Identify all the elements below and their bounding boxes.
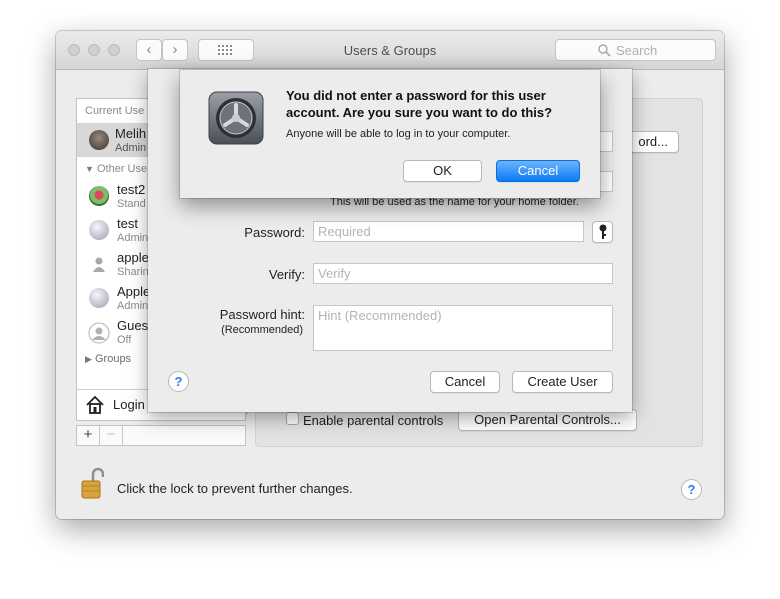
lock-message: Click the lock to prevent further change… — [117, 481, 353, 496]
hint-placeholder: Hint (Recommended) — [318, 308, 442, 323]
password-label: Password: — [244, 225, 305, 240]
user-name: Gues — [117, 318, 149, 333]
search-field[interactable]: Search — [555, 39, 716, 61]
search-icon — [598, 44, 611, 57]
user-role: Admin — [117, 300, 149, 312]
user-name: Apple — [117, 284, 151, 299]
help-button[interactable]: ? — [681, 479, 702, 500]
key-icon — [599, 224, 606, 239]
user-role: Off — [117, 334, 132, 346]
disclosure-triangle-icon[interactable]: ▼ — [85, 164, 94, 174]
create-user-button[interactable]: Create User — [512, 371, 613, 393]
verify-label: Verify: — [268, 267, 305, 282]
sheet-cancel-button[interactable]: Cancel — [430, 371, 500, 393]
title-bar: ‹ › Users & Groups Search — [56, 31, 724, 70]
user-role: Admin — [115, 142, 147, 154]
sheet-help-button[interactable]: ? — [168, 371, 189, 392]
search-placeholder: Search — [616, 43, 658, 58]
user-name: test2 — [117, 182, 146, 197]
guest-user-icon — [88, 322, 110, 344]
password-placeholder: Required — [318, 224, 371, 239]
lock-open-icon[interactable] — [80, 467, 104, 501]
add-remove-bar: + − — [76, 425, 246, 446]
avatar — [89, 220, 109, 240]
user-role: Stand — [117, 198, 146, 210]
system-preferences-gear-icon — [208, 91, 264, 145]
user-name: apple — [117, 250, 149, 265]
avatar — [89, 130, 109, 150]
groups-label: Groups — [94, 353, 132, 365]
sharing-user-icon — [93, 257, 105, 272]
remove-user-button[interactable]: − — [100, 426, 123, 445]
user-name: test — [117, 216, 138, 231]
avatar — [89, 186, 109, 206]
hint-label: Password hint: — [219, 307, 305, 322]
password-assistant-button[interactable] — [592, 221, 613, 243]
user-role: Sharin — [117, 266, 149, 278]
password-field[interactable]: Required — [313, 221, 584, 242]
verify-field[interactable]: Verify — [313, 263, 613, 284]
disclosure-triangle-icon[interactable]: ▶ — [85, 354, 92, 364]
parental-controls-checkbox[interactable] — [286, 412, 299, 425]
password-hint-field[interactable]: Hint (Recommended) — [313, 305, 613, 351]
no-password-alert: You did not enter a password for this us… — [180, 70, 600, 198]
user-role: Admin — [117, 232, 149, 244]
verify-placeholder: Verify — [318, 266, 351, 281]
add-user-button[interactable]: + — [77, 426, 100, 445]
section-other-label: Other Use — [96, 163, 148, 175]
home-icon — [86, 395, 104, 414]
alert-message: Anyone will be able to log in to your co… — [286, 128, 511, 140]
user-name: Melih — [115, 126, 147, 141]
parental-controls-label: Enable parental controls — [303, 413, 444, 428]
hint-sublabel: (Recommended) — [221, 324, 303, 336]
avatar — [89, 288, 109, 308]
alert-ok-button[interactable]: OK — [403, 160, 482, 182]
open-parental-controls-button[interactable]: Open Parental Controls... — [458, 409, 637, 431]
alert-cancel-button[interactable]: Cancel — [496, 160, 580, 182]
alert-title: You did not enter a password for this us… — [286, 88, 553, 120]
login-options-label: Login — [113, 397, 145, 412]
